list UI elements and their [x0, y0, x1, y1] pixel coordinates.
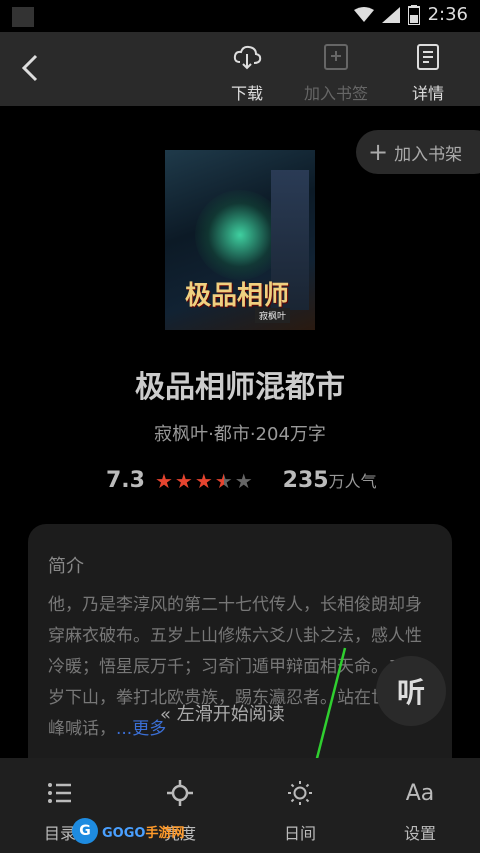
notification-icon: [12, 7, 34, 27]
cover-title: 极品相师: [185, 281, 290, 311]
details-button[interactable]: 详情: [388, 42, 468, 104]
star-icon: ★: [154, 468, 173, 493]
star-icon: ★: [194, 468, 213, 493]
cloud-download-icon: [233, 45, 262, 70]
add-bookmark-button[interactable]: 加入书签: [296, 42, 376, 104]
daymode-button[interactable]: 日间: [255, 778, 345, 844]
settings-button[interactable]: Aa 设置: [375, 778, 465, 844]
star-half-icon: ★: [214, 468, 233, 493]
font-settings-icon: Aa: [405, 780, 435, 806]
watermark-logo: G GOGO手游网: [72, 818, 184, 844]
battery-icon: [407, 4, 420, 25]
more-link[interactable]: ...更多: [116, 719, 166, 739]
signal-icon: [381, 6, 400, 23]
rating-row: 7.3 ★ ★ ★ ★ ★ 235万人气: [106, 468, 377, 493]
cover-author: 寂枫叶: [255, 308, 291, 323]
download-button[interactable]: 下载: [207, 42, 287, 104]
rating-score: 7.3: [106, 468, 145, 493]
book-meta: 寂枫叶·都市·204万字: [154, 424, 326, 445]
bookmark-add-icon: [324, 44, 348, 70]
star-icon: ★: [174, 468, 193, 493]
list-icon: [15, 778, 105, 808]
top-toolbar: 下载 加入书签 详情: [0, 32, 480, 106]
intro-heading: 简介: [48, 556, 84, 577]
add-to-shelf-label: 加入书架: [394, 144, 463, 165]
back-button[interactable]: [16, 50, 48, 86]
document-icon: [417, 44, 439, 70]
wifi-icon: [353, 6, 374, 23]
download-label: 下载: [230, 84, 263, 103]
add-to-shelf-button[interactable]: + 加入书架: [356, 130, 480, 174]
sun-icon: [255, 778, 345, 808]
star-icon: ★: [234, 468, 253, 493]
bookmark-label: 加入书签: [303, 84, 368, 103]
watermark-badge: G: [72, 818, 98, 844]
brightness-icon: [135, 778, 225, 808]
watermark-text: GOGO手游网: [102, 825, 185, 841]
chevron-left-icon: [21, 54, 38, 82]
book-cover[interactable]: 极品相师 寂枫叶: [165, 150, 315, 330]
swipe-to-read-hint[interactable]: « 左滑开始阅读: [160, 700, 285, 726]
clock: 2:36: [427, 4, 468, 25]
details-label: 详情: [411, 84, 444, 103]
settings-label: 设置: [403, 824, 436, 843]
status-bar: 2:36: [0, 0, 480, 32]
listen-button[interactable]: 听: [376, 656, 446, 726]
daymode-label: 日间: [283, 824, 316, 843]
plus-icon: +: [368, 138, 389, 166]
intro-card[interactable]: 简介 他，乃是李淳风的第二十七代传人，长相俊朗却身穿麻衣破布。五岁上山修炼六爻八…: [28, 524, 452, 784]
popularity: 235万人气: [282, 468, 377, 493]
book-title: 极品相师混都市: [135, 370, 345, 405]
